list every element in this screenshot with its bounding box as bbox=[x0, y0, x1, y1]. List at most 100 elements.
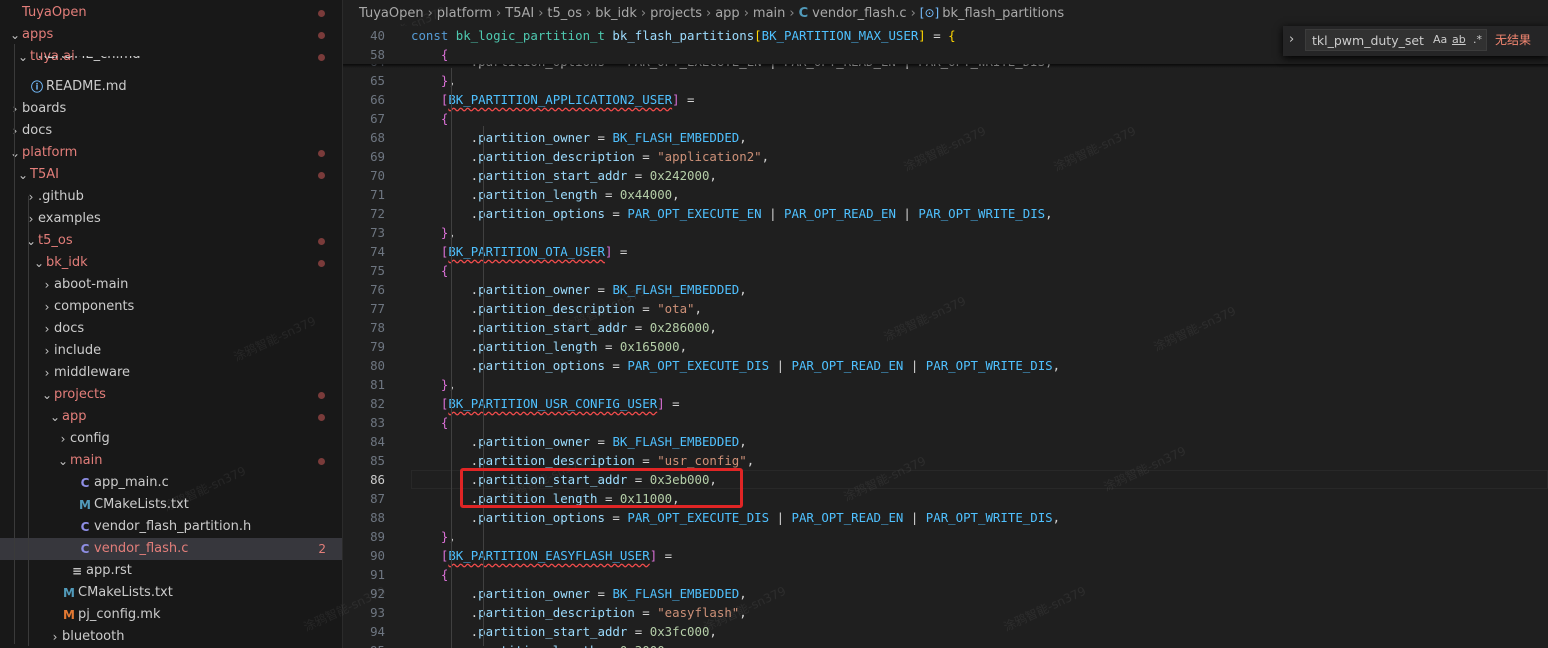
breadcrumb-item[interactable]: TuyaOpen bbox=[359, 6, 424, 21]
breadcrumb-item[interactable]: app bbox=[715, 6, 739, 21]
code-token: 0x3fc000 bbox=[649, 624, 710, 639]
code-line[interactable]: 77 .partition_description = "ota", bbox=[343, 299, 1548, 318]
chevron-right-icon[interactable]: › bbox=[8, 98, 22, 120]
code-line[interactable]: 66 [BK_PARTITION_APPLICATION2_USER] = bbox=[343, 90, 1548, 109]
explorer-row[interactable]: ⓘ README.md bbox=[0, 76, 342, 98]
explorer-row[interactable]: ⌄ t5_os bbox=[0, 230, 342, 252]
chevron-right-icon[interactable]: › bbox=[56, 428, 70, 450]
breadcrumb-item[interactable]: bk_flash_partitions bbox=[942, 6, 1064, 21]
whole-word-icon[interactable]: ab bbox=[1452, 29, 1466, 51]
breadcrumb-item[interactable]: T5AI bbox=[505, 6, 534, 21]
explorer-row[interactable]: Cvendor_flash.c 2 bbox=[0, 538, 342, 560]
explorer-row[interactable]: ⌄ projects bbox=[0, 384, 342, 406]
code-line[interactable]: 72 .partition_options = PAR_OPT_EXECUTE_… bbox=[343, 204, 1548, 223]
chevron-right-icon[interactable]: › bbox=[40, 274, 54, 296]
code-line[interactable]: 69 .partition_description = "application… bbox=[343, 147, 1548, 166]
chevron-right-icon[interactable]: › bbox=[40, 318, 54, 340]
line-number: 86 bbox=[370, 472, 385, 487]
chevron-down-icon[interactable]: ⌄ bbox=[16, 164, 30, 186]
code-token: . bbox=[411, 282, 479, 297]
chevron-down-icon[interactable]: ⌄ bbox=[40, 384, 54, 406]
code-line[interactable]: 81 }, bbox=[343, 375, 1548, 394]
explorer-row[interactable]: ⌄ T5AI bbox=[0, 164, 342, 186]
code-line[interactable]: 90 [BK_PARTITION_EASYFLASH_USER] = bbox=[343, 546, 1548, 565]
explorer-row[interactable]: ⌄ bk_idk bbox=[0, 252, 342, 274]
explorer-row[interactable]: Cvendor_flash_partition.h bbox=[0, 516, 342, 538]
code-line[interactable]: 78 .partition_start_addr = 0x286000, bbox=[343, 318, 1548, 337]
explorer-row[interactable]: ⌄ apps bbox=[0, 24, 342, 46]
explorer-row[interactable]: README_ch.md bbox=[0, 56, 342, 66]
match-case-icon[interactable]: Aa bbox=[1433, 29, 1447, 51]
chevron-right-icon[interactable]: › bbox=[48, 626, 62, 648]
code-line[interactable]: 71 .partition_length = 0x44000, bbox=[343, 185, 1548, 204]
code-token: . bbox=[411, 168, 479, 183]
explorer-row[interactable]: ⌄ main bbox=[0, 450, 342, 472]
code-area[interactable]: 64 .partition_options = PAR_OPT_EXECUTE_… bbox=[343, 26, 1548, 648]
chevron-down-icon[interactable]: ⌄ bbox=[32, 252, 46, 274]
regex-icon[interactable]: .* bbox=[1473, 29, 1482, 51]
explorer-row-label: T5AI bbox=[30, 167, 59, 182]
code-line[interactable]: 74 [BK_PARTITION_OTA_USER] = bbox=[343, 242, 1548, 261]
breadcrumb-item[interactable]: platform bbox=[437, 6, 492, 21]
code-editor[interactable]: TuyaOpen › platform › T5AI › t5_os › bk_idk › proj… bbox=[343, 0, 1548, 648]
code-line[interactable]: 82 [BK_PARTITION_USR_CONFIG_USER] = bbox=[343, 394, 1548, 413]
breadcrumb-item[interactable]: bk_idk bbox=[595, 6, 637, 21]
explorer-row[interactable]: › include bbox=[0, 340, 342, 362]
explorer-row[interactable]: › middleware bbox=[0, 362, 342, 384]
explorer-row[interactable]: › .github bbox=[0, 186, 342, 208]
explorer-row[interactable]: ≡ app.rst bbox=[0, 560, 342, 582]
code-line[interactable]: 73 }, bbox=[343, 223, 1548, 242]
breadcrumb-item[interactable]: t5_os bbox=[547, 6, 582, 21]
explorer-row[interactable]: Mpj_config.mk bbox=[0, 604, 342, 626]
chevron-right-icon[interactable]: › bbox=[40, 296, 54, 318]
code-line[interactable]: 95 .partition_length = 0x3000, bbox=[343, 641, 1548, 648]
explorer-row[interactable]: ⌄ app bbox=[0, 406, 342, 428]
code-line[interactable]: 79 .partition_length = 0x165000, bbox=[343, 337, 1548, 356]
code-line[interactable]: 75 { bbox=[343, 261, 1548, 280]
explorer-row[interactable]: › config bbox=[0, 428, 342, 450]
code-line[interactable]: 88 .partition_options = PAR_OPT_EXECUTE_… bbox=[343, 508, 1548, 527]
explorer-row[interactable]: ⌄ platform bbox=[0, 142, 342, 164]
code-token: . bbox=[411, 358, 479, 373]
code-line[interactable]: 80 .partition_options = PAR_OPT_EXECUTE_… bbox=[343, 356, 1548, 375]
chevron-right-icon[interactable]: › bbox=[24, 186, 38, 208]
chevron-down-icon[interactable]: ⌄ bbox=[48, 406, 62, 428]
chevron-right-icon[interactable]: › bbox=[40, 340, 54, 362]
code-line[interactable]: 65 }, bbox=[343, 71, 1548, 90]
code-line[interactable]: 89 }, bbox=[343, 527, 1548, 546]
breadcrumb-item[interactable]: main bbox=[753, 6, 785, 21]
chevron-right-icon[interactable]: › bbox=[1289, 32, 1294, 47]
code-line[interactable]: 91 { bbox=[343, 565, 1548, 584]
chevron-down-icon[interactable]: ⌄ bbox=[56, 450, 70, 472]
explorer-row[interactable]: M CMakeLists.txt bbox=[0, 582, 342, 604]
code-line[interactable]: 84 .partition_owner = BK_FLASH_EMBEDDED, bbox=[343, 432, 1548, 451]
code-line[interactable]: 76 .partition_owner = BK_FLASH_EMBEDDED, bbox=[343, 280, 1548, 299]
code-line[interactable]: 93 .partition_description = "easyflash", bbox=[343, 603, 1548, 622]
code-line[interactable]: 83 { bbox=[343, 413, 1548, 432]
explorer-row[interactable]: M CMakeLists.txt bbox=[0, 494, 342, 516]
explorer-row[interactable]: › components bbox=[0, 296, 342, 318]
explorer-row[interactable]: › docs bbox=[0, 120, 342, 142]
code-line[interactable]: 94 .partition_start_addr = 0x3fc000, bbox=[343, 622, 1548, 641]
explorer-row[interactable]: › bluetooth bbox=[0, 626, 342, 648]
code-line[interactable]: 70 .partition_start_addr = 0x242000, bbox=[343, 166, 1548, 185]
explorer-row[interactable]: › docs bbox=[0, 318, 342, 340]
explorer-row[interactable]: › boards bbox=[0, 98, 342, 120]
code-line[interactable]: 68 .partition_owner = BK_FLASH_EMBEDDED, bbox=[343, 128, 1548, 147]
chevron-down-icon[interactable]: ⌄ bbox=[8, 142, 22, 164]
explorer-row[interactable]: › examples bbox=[0, 208, 342, 230]
breadcrumb-item[interactable]: projects bbox=[650, 6, 702, 21]
code-line[interactable]: 92 .partition_owner = BK_FLASH_EMBEDDED, bbox=[343, 584, 1548, 603]
explorer-row[interactable]: › aboot-main bbox=[0, 274, 342, 296]
breadcrumb-item[interactable]: vendor_flash.c bbox=[812, 6, 906, 21]
chevron-down-icon[interactable]: ⌄ bbox=[8, 24, 22, 46]
chevron-down-icon[interactable]: ⌄ bbox=[24, 230, 38, 252]
chevron-right-icon[interactable]: › bbox=[24, 208, 38, 230]
explorer-row[interactable]: TuyaOpen bbox=[0, 2, 342, 24]
explorer-row[interactable]: Capp_main.c bbox=[0, 472, 342, 494]
code-line[interactable]: 67 { bbox=[343, 109, 1548, 128]
code-token: BK_FLASH_EMBEDDED bbox=[612, 130, 740, 145]
chevron-right-icon[interactable]: › bbox=[40, 362, 54, 384]
chevron-right-icon[interactable]: › bbox=[8, 120, 22, 142]
